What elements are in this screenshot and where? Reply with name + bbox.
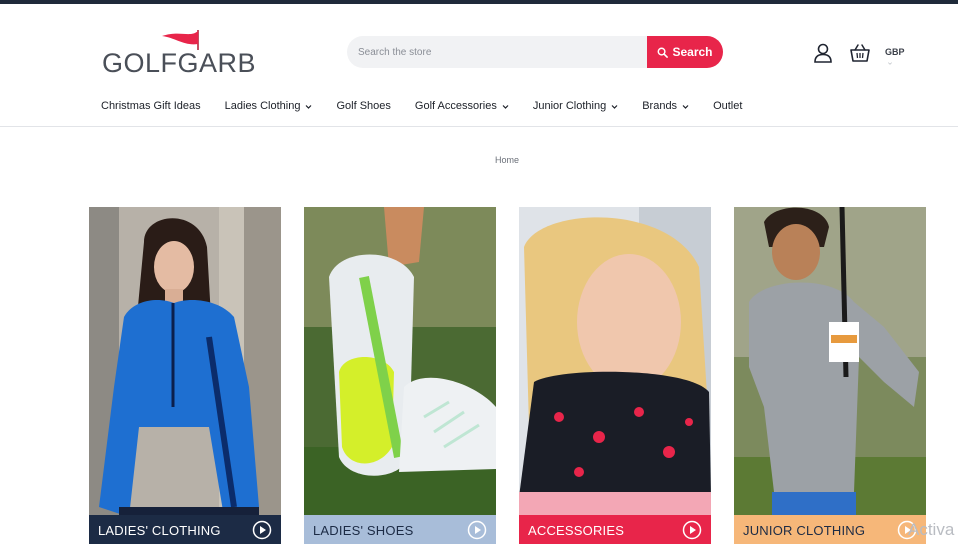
tile-label: LADIES' SHOES — [304, 515, 496, 544]
breadcrumb-home-link[interactable]: Home — [495, 155, 519, 165]
chevron-down-icon — [682, 104, 689, 109]
nav-item-junior-clothing[interactable]: Junior Clothing — [533, 100, 618, 112]
accessories-image — [519, 207, 711, 544]
nav-item-outlet[interactable]: Outlet — [713, 100, 742, 112]
nav-item-ladies-clothing[interactable]: Ladies Clothing — [225, 100, 313, 112]
search-input[interactable] — [347, 36, 649, 68]
nav-item-golf-shoes[interactable]: Golf Shoes — [336, 100, 390, 112]
brand-name-part1: GOLF — [102, 48, 178, 78]
nav-item-golf-accessories[interactable]: Golf Accessories — [415, 100, 509, 112]
play-circle-icon — [252, 520, 272, 540]
search-button-label: Search — [672, 45, 713, 59]
tile-label: JUNIOR CLOTHING — [734, 515, 926, 544]
user-icon — [814, 43, 832, 63]
junior-clothing-image — [734, 207, 926, 544]
currency-selector[interactable]: GBP — [885, 47, 905, 57]
ladies-clothing-image — [89, 207, 281, 544]
account-button[interactable] — [812, 42, 834, 64]
nav-item-christmas-gift-ideas[interactable]: Christmas Gift Ideas — [101, 100, 201, 112]
brand-wordmark: GOLFGARB — [102, 48, 256, 79]
category-tile-ladies-clothing[interactable]: LADIES' CLOTHING — [89, 207, 281, 544]
nav-item-label: Golf Accessories — [414, 100, 497, 112]
chevron-down-icon[interactable] — [887, 62, 893, 66]
nav-divider — [0, 126, 958, 127]
search-button[interactable]: Search — [647, 36, 723, 68]
category-tile-accessories[interactable]: ACCESSORIES — [519, 207, 711, 544]
tile-label-text: LADIES' CLOTHING — [98, 522, 221, 538]
activation-watermark: Activa — [908, 520, 955, 539]
nav-item-label: Ladies Clothing — [224, 100, 301, 112]
tile-label-text: JUNIOR CLOTHING — [743, 522, 866, 538]
nav-item-label: Brands — [642, 100, 678, 112]
play-circle-icon — [467, 520, 487, 540]
brand-logo[interactable]: GOLFGARB — [102, 28, 272, 80]
category-tile-ladies-shoes[interactable]: LADIES' SHOES — [304, 207, 496, 544]
chevron-down-icon — [502, 104, 509, 109]
tile-label: LADIES' CLOTHING — [89, 515, 281, 544]
tile-label-text: ACCESSORIES — [528, 522, 625, 538]
chevron-down-icon — [306, 104, 312, 109]
nav-item-label: Golf Shoes — [336, 100, 391, 112]
search-bar: Search — [347, 36, 723, 68]
basket-icon — [850, 44, 870, 62]
top-accent-bar — [0, 0, 958, 4]
breadcrumb: Home — [0, 155, 958, 165]
tile-label-text: LADIES' SHOES — [313, 522, 414, 538]
main-nav: Christmas Gift Ideas Ladies Clothing Gol… — [101, 98, 766, 114]
search-icon — [658, 47, 669, 58]
nav-item-label: Junior Clothing — [532, 100, 607, 112]
category-tile-junior-clothing[interactable]: JUNIOR CLOTHING — [734, 207, 926, 544]
nav-item-label: Outlet — [713, 100, 743, 112]
basket-button[interactable] — [849, 42, 871, 64]
play-circle-icon — [682, 520, 702, 540]
flag-icon — [162, 30, 199, 50]
nav-item-brands[interactable]: Brands — [642, 100, 689, 112]
chevron-down-icon — [611, 104, 618, 109]
nav-item-label: Christmas Gift Ideas — [101, 100, 201, 112]
tile-label: ACCESSORIES — [519, 515, 711, 544]
ladies-shoes-image — [304, 207, 496, 544]
brand-name-part2: GARB — [177, 48, 257, 78]
